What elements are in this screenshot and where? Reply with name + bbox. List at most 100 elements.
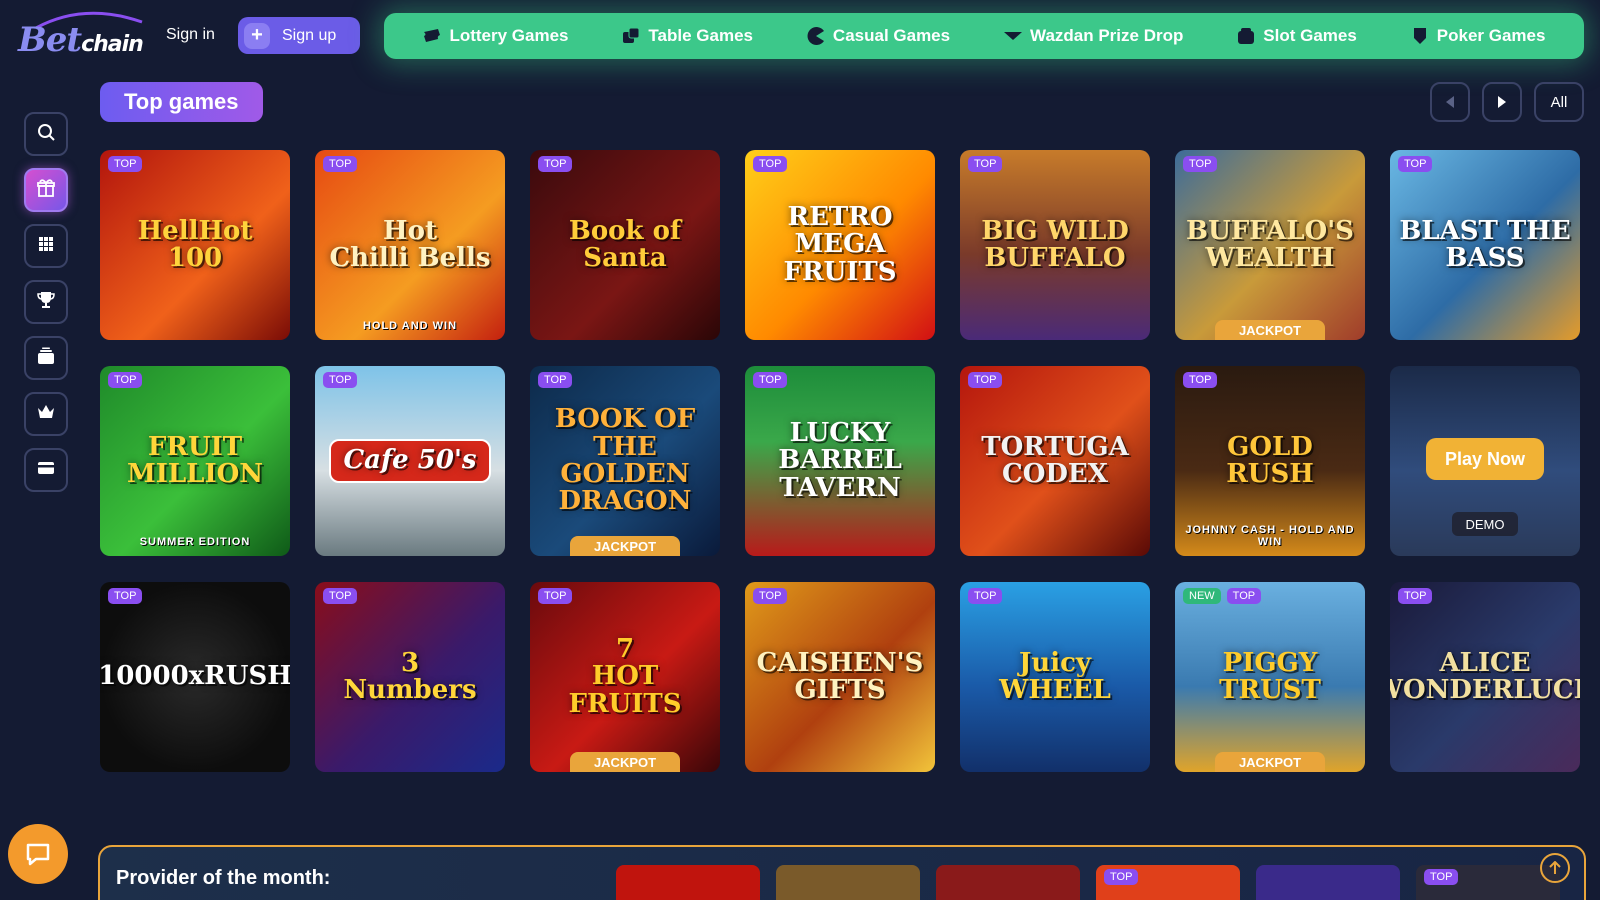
- game-tile[interactable]: LUCKY BARREL TAVERN TOP: [745, 366, 935, 556]
- game-title-art: BIG WILD BUFFALO: [981, 215, 1129, 273]
- game-title-art: BLAST THE BASS: [1399, 215, 1571, 273]
- category-poker-games[interactable]: Poker Games: [1410, 26, 1546, 46]
- badge-group: TOP: [323, 372, 358, 388]
- category-label: Wazdan Prize Drop: [1030, 26, 1184, 45]
- logo-text-sub: chain: [81, 32, 144, 57]
- top-badge: TOP: [538, 156, 573, 172]
- game-tile[interactable]: CAISHEN'S GIFTS TOP: [745, 582, 935, 772]
- sidebar-gift-button[interactable]: [24, 168, 68, 212]
- wallet-card-icon: [36, 458, 56, 483]
- category-wazdan-prize-drop[interactable]: Wazdan Prize Drop: [1003, 26, 1183, 46]
- view-all-button[interactable]: All: [1534, 82, 1584, 122]
- badge-group: TOP: [1398, 156, 1433, 172]
- game-tile[interactable]: GOLD RUSH JOHNNY CASH - HOLD AND WIN TOP: [1175, 366, 1365, 556]
- chat-bubble-icon: [26, 843, 50, 866]
- top-badge: TOP: [1424, 869, 1459, 885]
- provider-game-tile[interactable]: TOP: [1096, 865, 1240, 900]
- top-badge: TOP: [1398, 156, 1433, 172]
- sidebar-search-button[interactable]: [24, 112, 68, 156]
- game-tile[interactable]: BOOK OF THE GOLDEN DRAGON TOP JACKPOT: [530, 366, 720, 556]
- game-title-art: ALICE WONDERLUCK: [1390, 647, 1580, 705]
- game-tile[interactable]: ALICE WONDERLUCK TOP: [1390, 582, 1580, 772]
- category-casual-games[interactable]: Casual Games: [806, 26, 950, 46]
- game-title-art: FRUIT MILLION: [126, 431, 264, 489]
- provider-of-month-panel: Provider of the month: TOP TOP: [98, 845, 1586, 900]
- top-badge: TOP: [1398, 588, 1433, 604]
- top-games-grid: HellHot 100 TOP Hot Chilli Bells HOLD AND W…: [100, 150, 1580, 772]
- game-title-art: BUFFALO'S WEALTH: [1186, 215, 1354, 273]
- game-tile[interactable]: BIG WILD BUFFALO TOP: [960, 150, 1150, 340]
- demo-button[interactable]: DEMO: [1452, 512, 1518, 536]
- game-tile[interactable]: Juicy WHEEL TOP: [960, 582, 1150, 772]
- provider-game-tile[interactable]: [936, 865, 1080, 900]
- game-tile[interactable]: RETRO MEGA FRUITS TOP: [745, 150, 935, 340]
- game-tile[interactable]: 10000xRUSH TOP: [100, 582, 290, 772]
- drop-icon: [1003, 26, 1023, 46]
- slot-machine-icon: [1236, 26, 1256, 46]
- category-label: Casual Games: [832, 26, 951, 45]
- category-slot-games[interactable]: Slot Games: [1236, 26, 1357, 46]
- scroll-to-top-button[interactable]: [1540, 853, 1570, 883]
- sign-up-button[interactable]: + Sign up: [238, 17, 360, 54]
- search-icon: [36, 122, 56, 147]
- top-badge: TOP: [323, 156, 358, 172]
- top-badge: TOP: [753, 156, 788, 172]
- category-label: Lottery Games: [449, 26, 569, 45]
- category-table-games[interactable]: Table Games: [621, 26, 753, 46]
- game-tile[interactable]: Play Now DEMO: [1390, 366, 1580, 556]
- game-tile[interactable]: Cafe 50's TOP: [315, 366, 505, 556]
- game-title-art: 10000xRUSH: [100, 661, 290, 692]
- arrow-up-icon: [1549, 861, 1561, 874]
- game-tile[interactable]: TORTUGA CODEX TOP: [960, 366, 1150, 556]
- badge-group: TOP: [753, 588, 788, 604]
- game-title-art: 7 HOT FRUITS: [568, 634, 682, 719]
- sidebar-trophy-button[interactable]: [24, 280, 68, 324]
- game-tile[interactable]: 7 HOT FRUITS TOP JACKPOT: [530, 582, 720, 772]
- provider-game-tile[interactable]: [616, 865, 760, 900]
- badge-group: TOP: [323, 588, 358, 604]
- provider-game-tile[interactable]: [1256, 865, 1400, 900]
- badge-group: TOP: [1398, 588, 1433, 604]
- game-tile[interactable]: BLAST THE BASS TOP: [1390, 150, 1580, 340]
- logo-text-main: Bet: [18, 20, 82, 60]
- sidebar-wallet-card-button[interactable]: [24, 448, 68, 492]
- carousel-next-button[interactable]: [1482, 82, 1522, 122]
- sign-in-link[interactable]: Sign in: [166, 26, 215, 44]
- category-lottery-games[interactable]: Lottery Games: [422, 26, 569, 46]
- game-tile[interactable]: PIGGY TRUST NEW TOP JACKPOT: [1175, 582, 1365, 772]
- lottery-ticket-icon: [422, 26, 442, 46]
- category-label: Poker Games: [1436, 26, 1546, 45]
- game-tile[interactable]: Hot Chilli Bells HOLD AND WIN TOP: [315, 150, 505, 340]
- game-title-art: Hot Chilli Bells: [329, 215, 491, 273]
- sidebar-cards-stack-button[interactable]: [24, 336, 68, 380]
- jackpot-badge: JACKPOT: [570, 752, 680, 772]
- sidebar-crown-button[interactable]: [24, 392, 68, 436]
- badge-group: TOP: [538, 588, 573, 604]
- play-now-button[interactable]: Play Now: [1426, 438, 1544, 480]
- sidebar-grid-button[interactable]: [24, 224, 68, 268]
- game-title-art: BOOK OF THE GOLDEN DRAGON: [554, 404, 696, 517]
- caret-right-icon: [1498, 96, 1506, 108]
- game-tile[interactable]: HellHot 100 TOP: [100, 150, 290, 340]
- game-title-art: HellHot 100: [137, 215, 253, 273]
- top-badge: TOP: [968, 372, 1003, 388]
- badge-group: TOP: [108, 156, 143, 172]
- carousel-prev-button[interactable]: [1430, 82, 1470, 122]
- betchain-logo[interactable]: Betchain: [14, 8, 144, 66]
- pacman-icon: [806, 26, 826, 46]
- live-chat-button[interactable]: [8, 824, 68, 884]
- provider-game-tile[interactable]: TOP: [1416, 865, 1560, 900]
- jackpot-badge: JACKPOT: [1215, 320, 1325, 340]
- crown-icon: [36, 402, 56, 427]
- game-tile[interactable]: BUFFALO'S WEALTH TOP JACKPOT: [1175, 150, 1365, 340]
- game-tile[interactable]: Book of Santa TOP: [530, 150, 720, 340]
- badge-group: TOP: [108, 372, 143, 388]
- cards-stack-icon: [36, 346, 56, 371]
- game-subtitle: SUMMER EDITION: [139, 536, 251, 548]
- game-title-art: LUCKY BARREL TAVERN: [778, 418, 902, 503]
- game-title-art: GOLD RUSH: [1226, 431, 1314, 489]
- game-tile[interactable]: FRUIT MILLION SUMMER EDITION TOP: [100, 366, 290, 556]
- game-tile[interactable]: 3 Numbers TOP: [315, 582, 505, 772]
- provider-game-tile[interactable]: [776, 865, 920, 900]
- top-badge: TOP: [108, 372, 143, 388]
